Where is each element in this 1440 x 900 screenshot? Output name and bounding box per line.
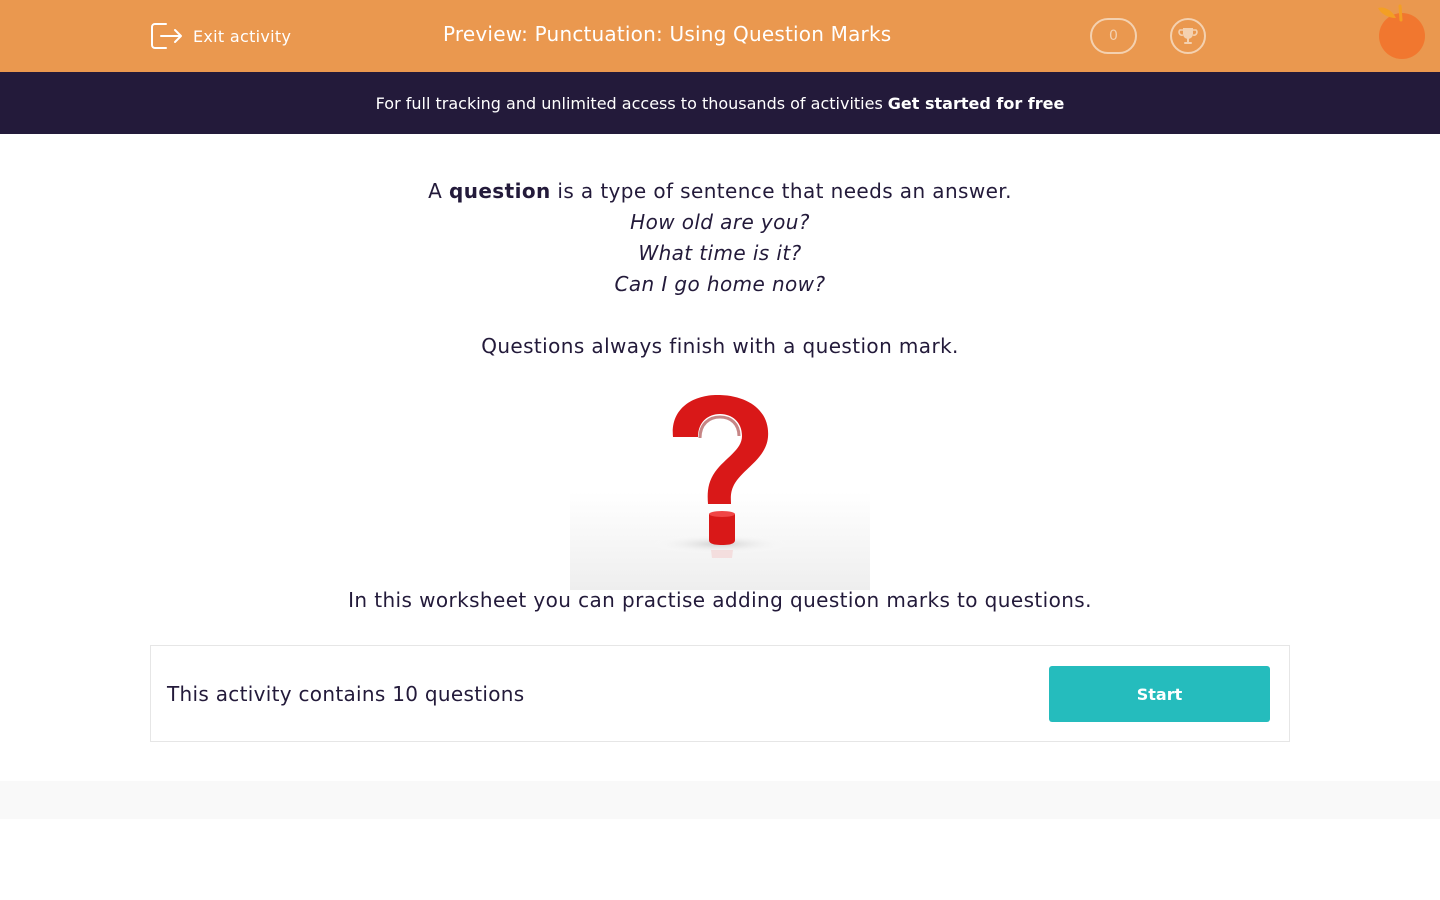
banner-text: For full tracking and unlimited access t… (375, 93, 883, 113)
page-title: Preview: Punctuation: Using Question Mar… (443, 22, 892, 46)
exit-activity-button[interactable]: Exit activity (150, 20, 291, 52)
orange-logo-icon (1378, 4, 1425, 59)
question-keyword: question (448, 179, 551, 203)
start-button[interactable]: Start (1049, 666, 1270, 722)
signup-banner: For full tracking and unlimited access t… (0, 72, 1440, 134)
example-question-2: What time is it? (638, 241, 802, 265)
score-counter: 0 (1090, 18, 1137, 54)
intro-content: A question is a type of sentence that ne… (0, 176, 1440, 362)
example-question-3: Can I go home now? (614, 272, 826, 296)
get-started-link[interactable]: Get started for free (888, 94, 1065, 113)
definition-part2: is a type of sentence that needs an answ… (550, 179, 1012, 203)
question-count-text: This activity contains 10 questions (167, 682, 525, 706)
definition-line: A question is a type of sentence that ne… (0, 176, 1440, 207)
exit-activity-label: Exit activity (193, 26, 292, 46)
activity-panel: This activity contains 10 questions Star… (150, 645, 1290, 742)
question-mark-image (570, 394, 870, 590)
top-bar: Exit activity Preview: Punctuation: Usin… (0, 0, 1440, 72)
rule-line: Questions always finish with a question … (481, 334, 959, 358)
exit-icon (151, 23, 182, 49)
trophy-icon (1178, 28, 1198, 44)
definition-part1: A (428, 179, 449, 203)
example-question-1: How old are you? (630, 210, 810, 234)
footer-strip (0, 781, 1440, 819)
trophy-button[interactable] (1170, 18, 1206, 54)
worksheet-description: In this worksheet you can practise addin… (348, 588, 1092, 612)
